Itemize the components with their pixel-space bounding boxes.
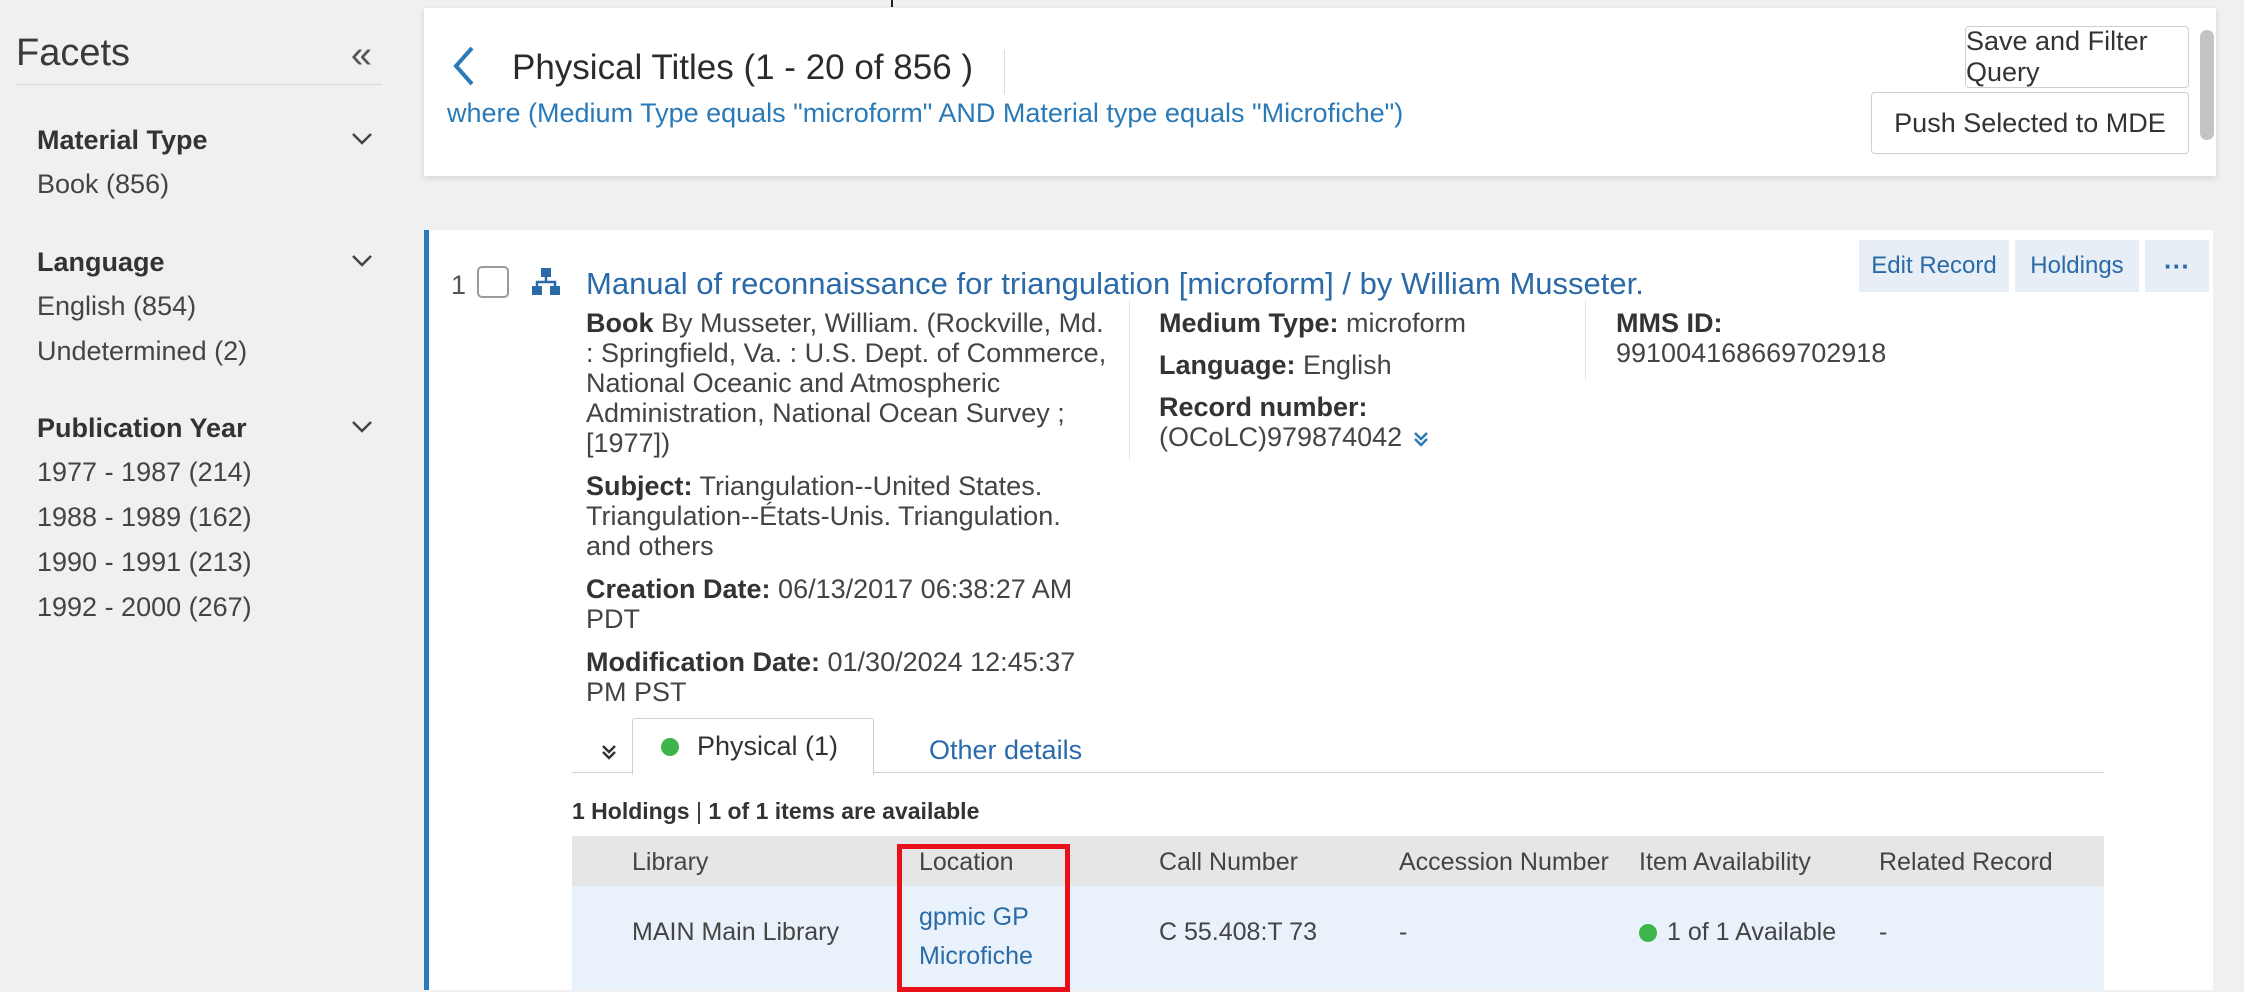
hierarchy-icon[interactable] — [529, 264, 563, 298]
record-details-column: Book By Musseter, William. (Rockville, M… — [586, 308, 1111, 720]
record-details-column: MMS ID: 991004168669702918 — [1616, 308, 2016, 368]
holdings-table-header: Library Location Call Number Accession N… — [572, 836, 2104, 886]
page-title: Physical Titles (1 - 20 of 856 ) — [512, 48, 974, 87]
table-row: MAIN Main Library gpmic GP Microfiche C … — [572, 886, 2104, 990]
holdings-button[interactable]: Holdings — [2015, 240, 2139, 292]
chevron-down-icon[interactable] — [351, 254, 372, 270]
push-selected-to-mde-button[interactable]: Push Selected to MDE — [1871, 92, 2189, 154]
material-type-label: Book — [586, 308, 654, 338]
accession-number-cell: - — [1399, 918, 1408, 946]
available-status-dot — [661, 737, 679, 756]
query-description[interactable]: where (Medium Type equals "microform" AN… — [447, 98, 1403, 129]
scrollbar-thumb[interactable] — [2200, 30, 2214, 140]
top-divider-tick — [891, 0, 893, 7]
creation-date-label: Creation Date: — [586, 574, 771, 604]
record-creation-date: Creation Date: 06/13/2017 06:38:27 AM PD… — [586, 574, 1111, 634]
record-number: 1 — [451, 270, 467, 300]
record-select-checkbox[interactable] — [477, 266, 509, 298]
facets-header: Facets « — [16, 30, 382, 85]
tab-other-details[interactable]: Other details — [929, 735, 1082, 766]
related-record-cell: - — [1879, 918, 1888, 946]
availability-text: 1 of 1 Available — [1667, 918, 1837, 946]
facet-group-label: Material Type — [37, 125, 208, 155]
holdings-count: 1 Holdings — [572, 798, 690, 824]
items-available: 1 of 1 items are available — [708, 798, 980, 824]
library-cell: MAIN Main Library — [632, 918, 839, 946]
results-main: Physical Titles (1 - 20 of 856 ) where (… — [424, 8, 2218, 992]
mms-id-value: 991004168669702918 — [1616, 338, 1887, 368]
medium-type: Medium Type: microform — [1159, 308, 1589, 338]
record-details-column: Medium Type: microform Language: English… — [1159, 308, 1589, 466]
facet-group-header[interactable]: Publication Year — [37, 406, 372, 450]
subject-label: Subject: — [586, 471, 693, 501]
save-filter-query-button[interactable]: Save and Filter Query — [1965, 26, 2189, 88]
facet-group-label: Language — [37, 247, 165, 277]
holdings-summary: 1 Holdings | 1 of 1 items are available — [572, 798, 980, 824]
column-divider — [1129, 300, 1130, 460]
language-label: Language: — [1159, 350, 1296, 380]
chevron-down-icon[interactable] — [351, 132, 372, 148]
facets-sidebar: Facets « Material Type Book (856) Langua… — [0, 0, 400, 982]
facet-value[interactable]: 1990 - 1991 (213) — [37, 540, 367, 585]
record-number-label: Record number: — [1159, 392, 1368, 422]
facet-group-material-type: Material Type Book (856) — [37, 118, 372, 207]
facet-group-publication-year: Publication Year 1977 - 1987 (214) 1988 … — [37, 406, 372, 630]
record-modification-date: Modification Date: 01/30/2024 12:45:37 P… — [586, 647, 1111, 707]
column-header-accession-number: Accession Number — [1399, 848, 1609, 876]
tab-physical[interactable]: Physical (1) — [632, 718, 874, 775]
record-title-link[interactable]: Manual of reconnaissance for triangulati… — [586, 266, 1644, 302]
medium-type-label: Medium Type: — [1159, 308, 1339, 338]
chevron-down-icon[interactable] — [351, 420, 372, 436]
record-number-value: (OCoLC)979874042 — [1159, 422, 1403, 452]
column-divider — [1585, 300, 1586, 380]
back-arrow-icon[interactable] — [448, 42, 478, 90]
title-divider — [1004, 50, 1005, 94]
call-number-cell: C 55.408:T 73 — [1159, 918, 1317, 946]
column-header-item-availability: Item Availability — [1639, 848, 1811, 876]
column-header-call-number: Call Number — [1159, 848, 1298, 876]
mms-id-label: MMS ID: — [1616, 308, 1723, 338]
facet-group-label: Publication Year — [37, 413, 247, 443]
language-value: English — [1303, 350, 1392, 380]
record-language: Language: English — [1159, 350, 1589, 380]
column-header-library: Library — [632, 848, 709, 876]
facet-value[interactable]: 1988 - 1989 (162) — [37, 495, 367, 540]
available-status-dot — [1639, 924, 1657, 942]
expand-more-icon[interactable] — [1412, 424, 1430, 454]
facets-title: Facets — [16, 32, 131, 74]
facet-value[interactable]: English (854) — [37, 284, 367, 329]
tab-physical-label: Physical (1) — [697, 731, 839, 761]
record-subject: Subject: Triangulation--United States. T… — [586, 471, 1111, 561]
facet-value[interactable]: Book (856) — [37, 162, 367, 207]
facet-group-header[interactable]: Language — [37, 240, 372, 284]
facet-value[interactable]: 1992 - 2000 (267) — [37, 585, 367, 630]
edit-record-button[interactable]: Edit Record — [1859, 240, 2009, 292]
facet-group-header[interactable]: Material Type — [37, 118, 372, 162]
record-card: 1 Manual of reconnaissance for triangula… — [424, 230, 2213, 992]
availability-cell: 1 of 1 Available — [1639, 918, 1836, 947]
facet-value[interactable]: Undetermined (2) — [37, 329, 367, 374]
location-highlight-box — [897, 844, 1070, 992]
modification-date-label: Modification Date: — [586, 647, 820, 677]
collapse-sidebar-icon[interactable]: « — [351, 36, 372, 74]
column-header-related-record: Related Record — [1879, 848, 2053, 876]
medium-type-value: microform — [1346, 308, 1467, 338]
record-description: Book By Musseter, William. (Rockville, M… — [586, 308, 1111, 458]
record-number-field: Record number: (OCoLC)979874042 — [1159, 392, 1589, 454]
scrollbar[interactable] — [2192, 16, 2218, 976]
facet-value[interactable]: 1977 - 1987 (214) — [37, 450, 367, 495]
description-text: By Musseter, William. (Rockville, Md. : … — [586, 308, 1107, 458]
collapse-tabs-icon[interactable] — [599, 742, 619, 762]
facet-group-language: Language English (854) Undetermined (2) — [37, 240, 372, 374]
results-header: Physical Titles (1 - 20 of 856 ) where (… — [424, 8, 2216, 176]
